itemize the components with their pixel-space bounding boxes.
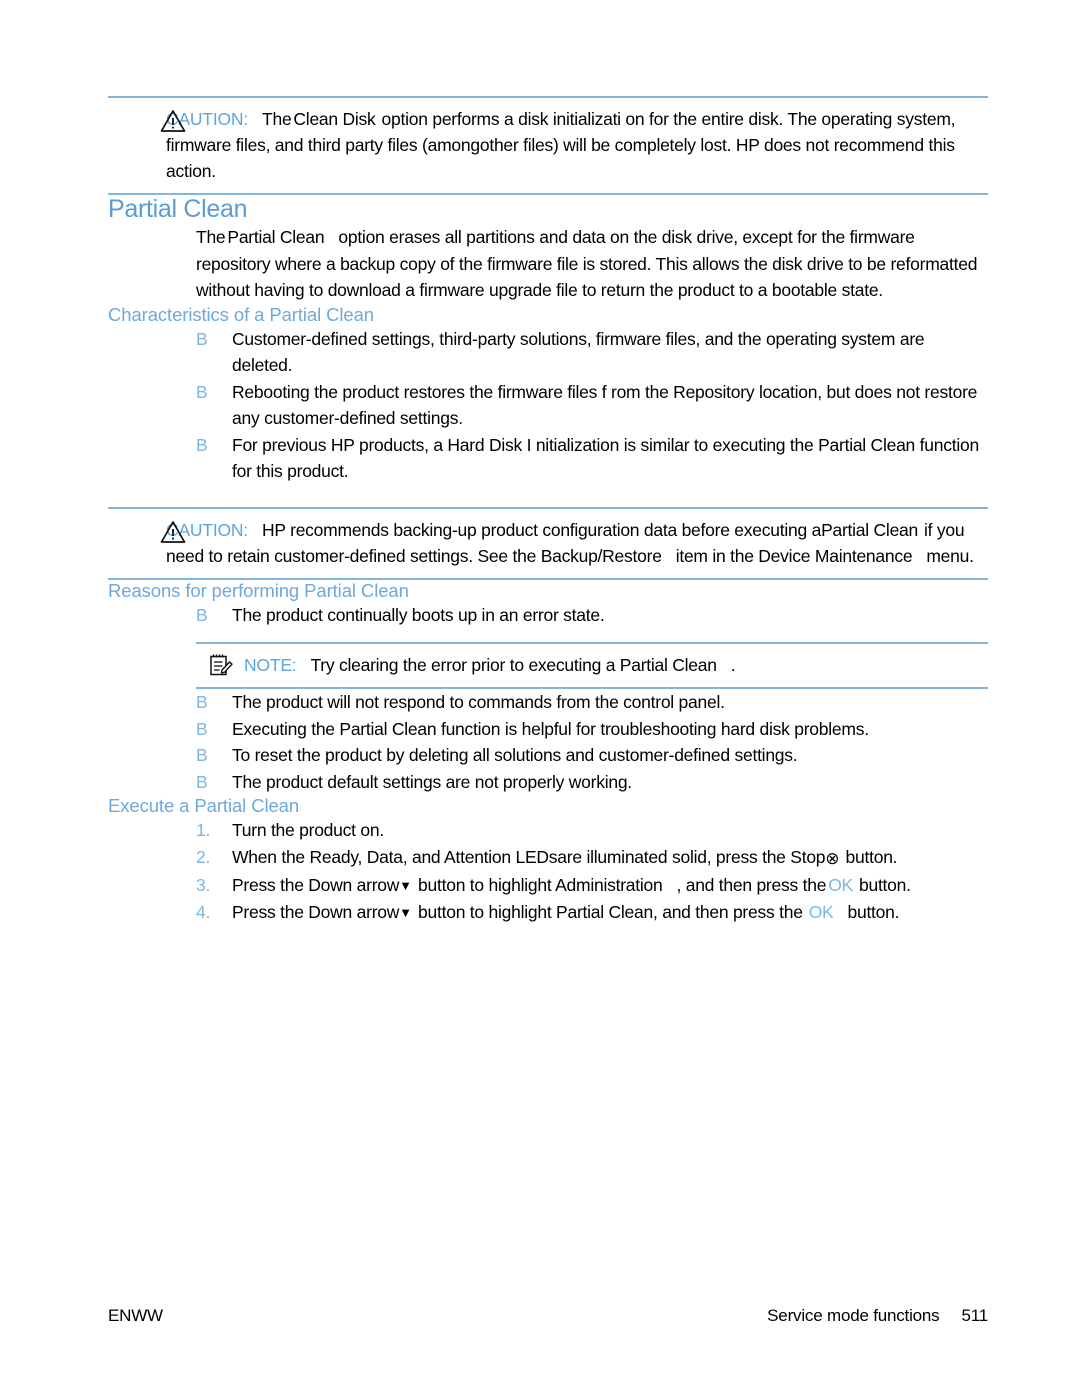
list-item-label: For previous HP products, a Hard Disk I … [232,434,979,482]
caution-middle-text-6: menu. [926,545,974,566]
bullet-marker-icon: B [196,328,208,349]
down-arrow-icon: ▼ [399,878,413,893]
bullet-marker-icon: B [196,434,208,455]
list-item-label: Rebooting the product restores the firmw… [232,381,978,429]
bullet-marker-icon: B [196,381,208,402]
step-text-3: button. [847,901,900,922]
page-footer: ENWW Service mode functions 511 [108,1306,988,1326]
intro-text-2: Partial Clean [227,227,325,247]
heading-reasons: Reasons for performing Partial Clean [108,579,409,601]
note-box: NOTE: Try clearing the error prior to exe… [196,642,988,689]
caution-middle-text-2: Partial Clean [821,519,919,540]
list-item: 1. Turn the product on. [108,817,988,844]
heading-execute: Execute a Partial Clean [108,795,300,816]
warning-triangle-icon [160,520,186,544]
step-text-4: button. [858,875,911,895]
page-number: 511 [961,1306,988,1325]
caution-middle-text-5: item in the Device Maintenance [675,545,913,566]
footer-right-group: Service mode functions 511 [767,1306,988,1326]
list-item: B Executing the Partial Clean function i… [108,716,988,743]
caution-middle-body: CAUTION: HP recommends backing-up product… [108,517,988,569]
list-item: B Customer-defined settings, third-party… [108,326,988,379]
list-item-label: The product continually boots up in an e… [232,604,605,625]
note-text-end: . [730,655,736,675]
caution-middle-text-4: e Backup/Restore [526,545,662,566]
caution-top-text-2: Clean Disk [293,109,376,129]
ok-button-label: OK [828,875,853,895]
reasons-list-rest: B The product will not respond to comman… [108,689,988,795]
bullet-marker-icon: B [196,718,208,739]
step-number: 1. [196,820,211,840]
list-item-label: To reset the product by deleting all sol… [232,745,798,765]
list-item: 2. When the Ready, Data, and Attention L… [108,844,988,873]
down-arrow-icon: ▼ [399,904,413,920]
list-item-label: Executing the Partial Clean function is … [232,718,869,739]
step-text-1: When the Ready, Data, and Attention LEDs [232,846,558,867]
caution-middle-text-1: HP recommends backing-up product configu… [262,519,822,540]
footer-locale-label: ENWW [108,1306,163,1325]
step-text-2: are illuminated solid, press the Stop [557,846,826,867]
document-page: CAUTION: The Clean Disk option performs a d… [0,0,1080,1397]
note-body: NOTE: Try clearing the error prior to exe… [196,652,988,678]
step-number: 4. [196,901,211,922]
execute-steps-list: 1. Turn the product on. 2. When the Read… [108,817,988,925]
bullet-marker-icon: B [196,604,208,625]
list-item: B The product default settings are not p… [108,769,988,796]
bullet-marker-icon: B [196,771,208,792]
list-item: 3. Press the Down arrow▼ button to highli… [108,872,988,899]
step-number: 3. [196,875,211,895]
stop-button-icon: ⊗ [825,848,840,868]
section-intro-paragraph: The Partial Clean option erases all partit… [108,224,988,304]
page-title: Partial Clean [108,195,248,223]
note-text: Try clearing the error prior to executin… [310,655,717,675]
caution-box-middle: CAUTION: HP recommends backing-up product… [108,506,988,580]
step-number: 2. [196,846,211,867]
caution-box-top: CAUTION: The Clean Disk option performs a d… [108,96,988,195]
ok-button-label: OK [808,901,834,922]
footer-section-label: Service mode functions [767,1306,940,1325]
caution-top-body: CAUTION: The Clean Disk option performs a d… [108,106,988,184]
bullet-marker-icon: B [196,745,208,765]
bullet-marker-icon: B [196,692,208,712]
note-label: NOTE: [244,655,297,675]
list-item: B The product will not respond to comman… [108,689,988,716]
heading-characteristics: Characteristics of a Partial Clean [108,303,374,325]
list-item-label: The product will not respond to commands… [232,692,725,712]
step-text-1: Press the Down arrow [232,875,400,895]
caution-top-text-1: The [262,109,292,129]
page-content: CAUTION: The Clean Disk option performs a d… [108,96,988,925]
list-item-label: Customer-defined settings, third-party s… [232,328,925,376]
characteristics-list: B Customer-defined settings, third-party… [108,326,988,485]
step-text-2: button to highlight Administration [418,875,663,895]
list-item: B Rebooting the product restores the fir… [108,379,988,432]
step-text: Turn the product on. [232,820,384,840]
notepad-pencil-icon [208,653,234,677]
reasons-list-first: B The product continually boots up in an… [108,602,988,629]
warning-triangle-icon [160,109,186,133]
list-item-label: The product default settings are not pro… [232,771,632,792]
list-item: B To reset the product by deleting all s… [108,742,988,769]
list-item: B For previous HP products, a Hard Disk … [108,432,988,485]
list-item: 4. Press the Down arrow▼ button to highli… [108,899,988,926]
step-text-3: button. [845,846,898,867]
intro-text-1: The [196,227,226,247]
step-text-2: button to highlight Partial Clean, and t… [418,901,803,922]
step-text-1: Press the Down arrow [232,901,400,922]
list-item: B The product continually boots up in an… [108,602,988,629]
step-text-3: , and then press the [676,875,827,895]
